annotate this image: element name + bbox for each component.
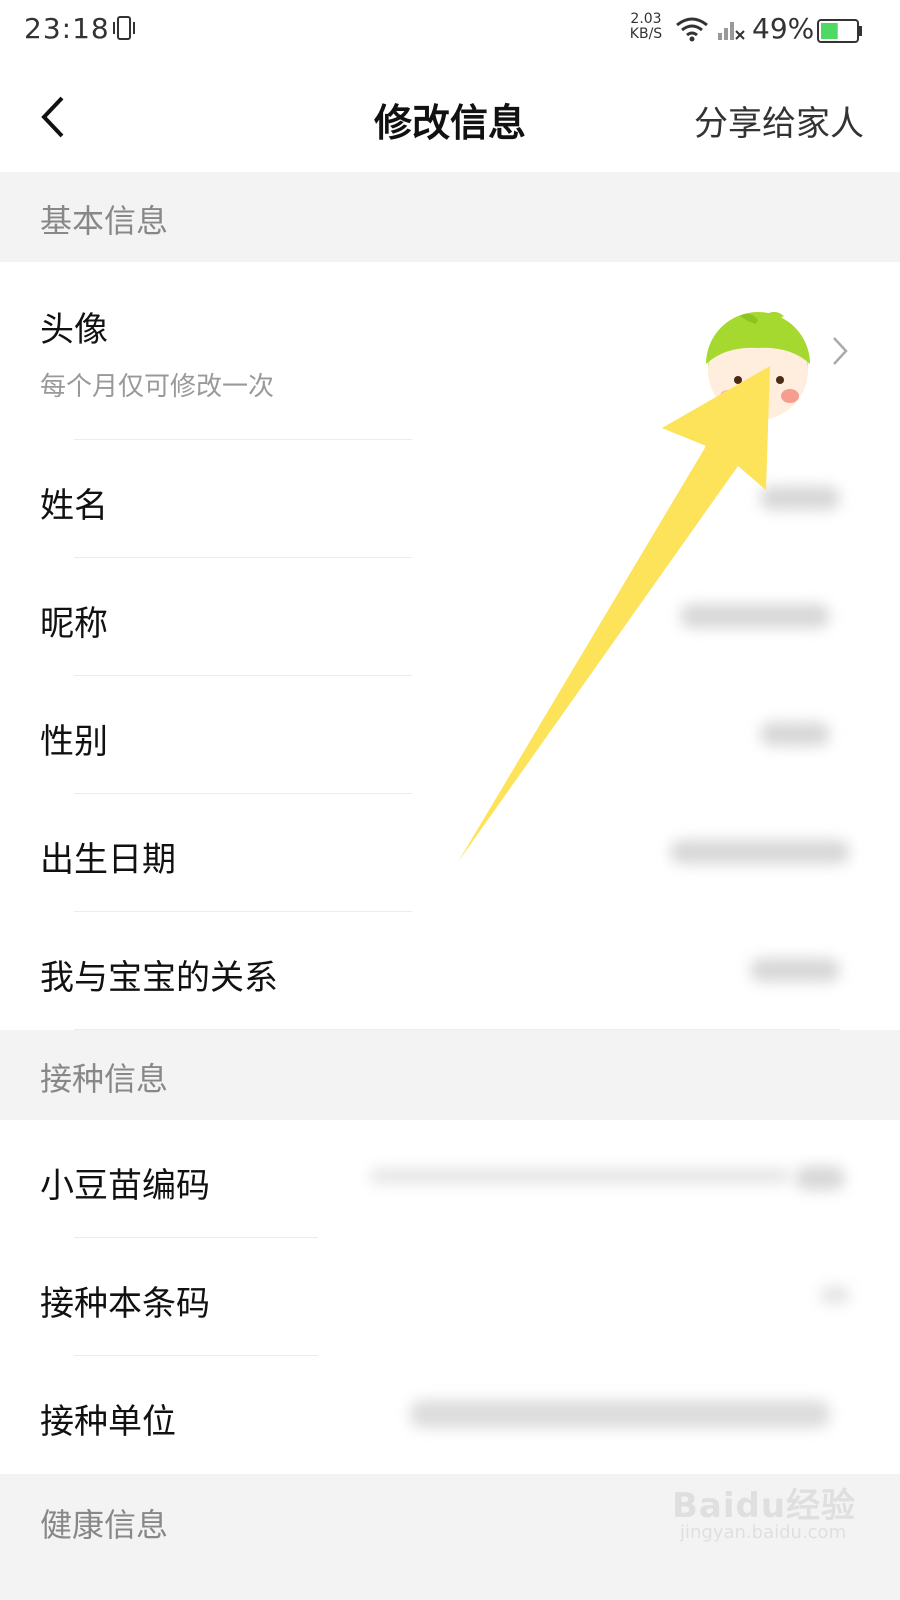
avatar[interactable] bbox=[700, 308, 818, 426]
row-xiaodoumiao-code[interactable]: 小豆苗编码 bbox=[0, 1120, 900, 1238]
blurred-value bbox=[680, 604, 830, 628]
share-to-family-button[interactable]: 分享给家人 bbox=[694, 96, 864, 145]
section-header-vaccination-info: 接种信息 bbox=[0, 1030, 900, 1120]
row-label: 姓名 bbox=[40, 486, 108, 526]
battery-icon bbox=[817, 19, 862, 43]
row-label: 小豆苗编码 bbox=[40, 1166, 210, 1206]
nav-bar: 修改信息 分享给家人 bbox=[0, 62, 900, 172]
watermark: Baidu经验 jingyan.baidu.com bbox=[672, 1472, 872, 1558]
section-title: 基本信息 bbox=[40, 202, 169, 240]
row-vaccination-unit[interactable]: 接种单位 bbox=[0, 1356, 900, 1474]
status-bar: 23:18 2.03 KB/S 49% bbox=[0, 0, 900, 62]
blurred-value bbox=[820, 1286, 850, 1304]
network-speed: 2.03 KB/S bbox=[626, 12, 666, 42]
section-title: 健康信息 bbox=[40, 1506, 169, 1544]
blurred-value bbox=[410, 1400, 830, 1428]
battery-fill bbox=[821, 23, 838, 39]
row-subtitle: 每个月仅可修改一次 bbox=[40, 372, 275, 402]
blurred-value bbox=[760, 722, 830, 746]
section-header-basic-info: 基本信息 bbox=[0, 172, 900, 262]
row-label: 接种单位 bbox=[40, 1402, 176, 1442]
row-nickname[interactable]: 昵称 bbox=[0, 558, 900, 676]
signal-icon bbox=[718, 22, 745, 40]
blurred-value bbox=[760, 486, 840, 510]
wifi-icon bbox=[676, 17, 708, 42]
watermark-url: jingyan.baidu.com bbox=[680, 1522, 847, 1543]
blurred-value bbox=[750, 958, 840, 982]
row-label: 昵称 bbox=[40, 604, 108, 644]
network-speed-unit: KB/S bbox=[629, 26, 663, 42]
vibrate-icon bbox=[113, 16, 135, 40]
row-label: 头像 bbox=[40, 310, 108, 350]
blurred-value bbox=[670, 840, 850, 864]
row-birth-date[interactable]: 出生日期 bbox=[0, 794, 900, 912]
watermark-brand: Baidu经验 bbox=[672, 1486, 857, 1526]
blurred-value bbox=[795, 1166, 845, 1190]
row-relationship[interactable]: 我与宝宝的关系 bbox=[0, 912, 900, 1030]
row-name[interactable]: 姓名 bbox=[0, 440, 900, 558]
row-label: 性别 bbox=[40, 722, 108, 762]
row-vaccination-barcode[interactable]: 接种本条码 bbox=[0, 1238, 900, 1356]
row-label: 我与宝宝的关系 bbox=[40, 958, 278, 998]
row-label: 出生日期 bbox=[40, 840, 176, 880]
blurred-value bbox=[370, 1168, 790, 1184]
status-time: 23:18 bbox=[24, 12, 110, 45]
network-speed-value: 2.03 bbox=[630, 11, 662, 27]
row-gender[interactable]: 性别 bbox=[0, 676, 900, 794]
section-title: 接种信息 bbox=[40, 1060, 169, 1098]
chevron-right-icon bbox=[833, 337, 848, 365]
battery-percent: 49% bbox=[752, 12, 815, 45]
row-label: 接种本条码 bbox=[40, 1284, 210, 1324]
